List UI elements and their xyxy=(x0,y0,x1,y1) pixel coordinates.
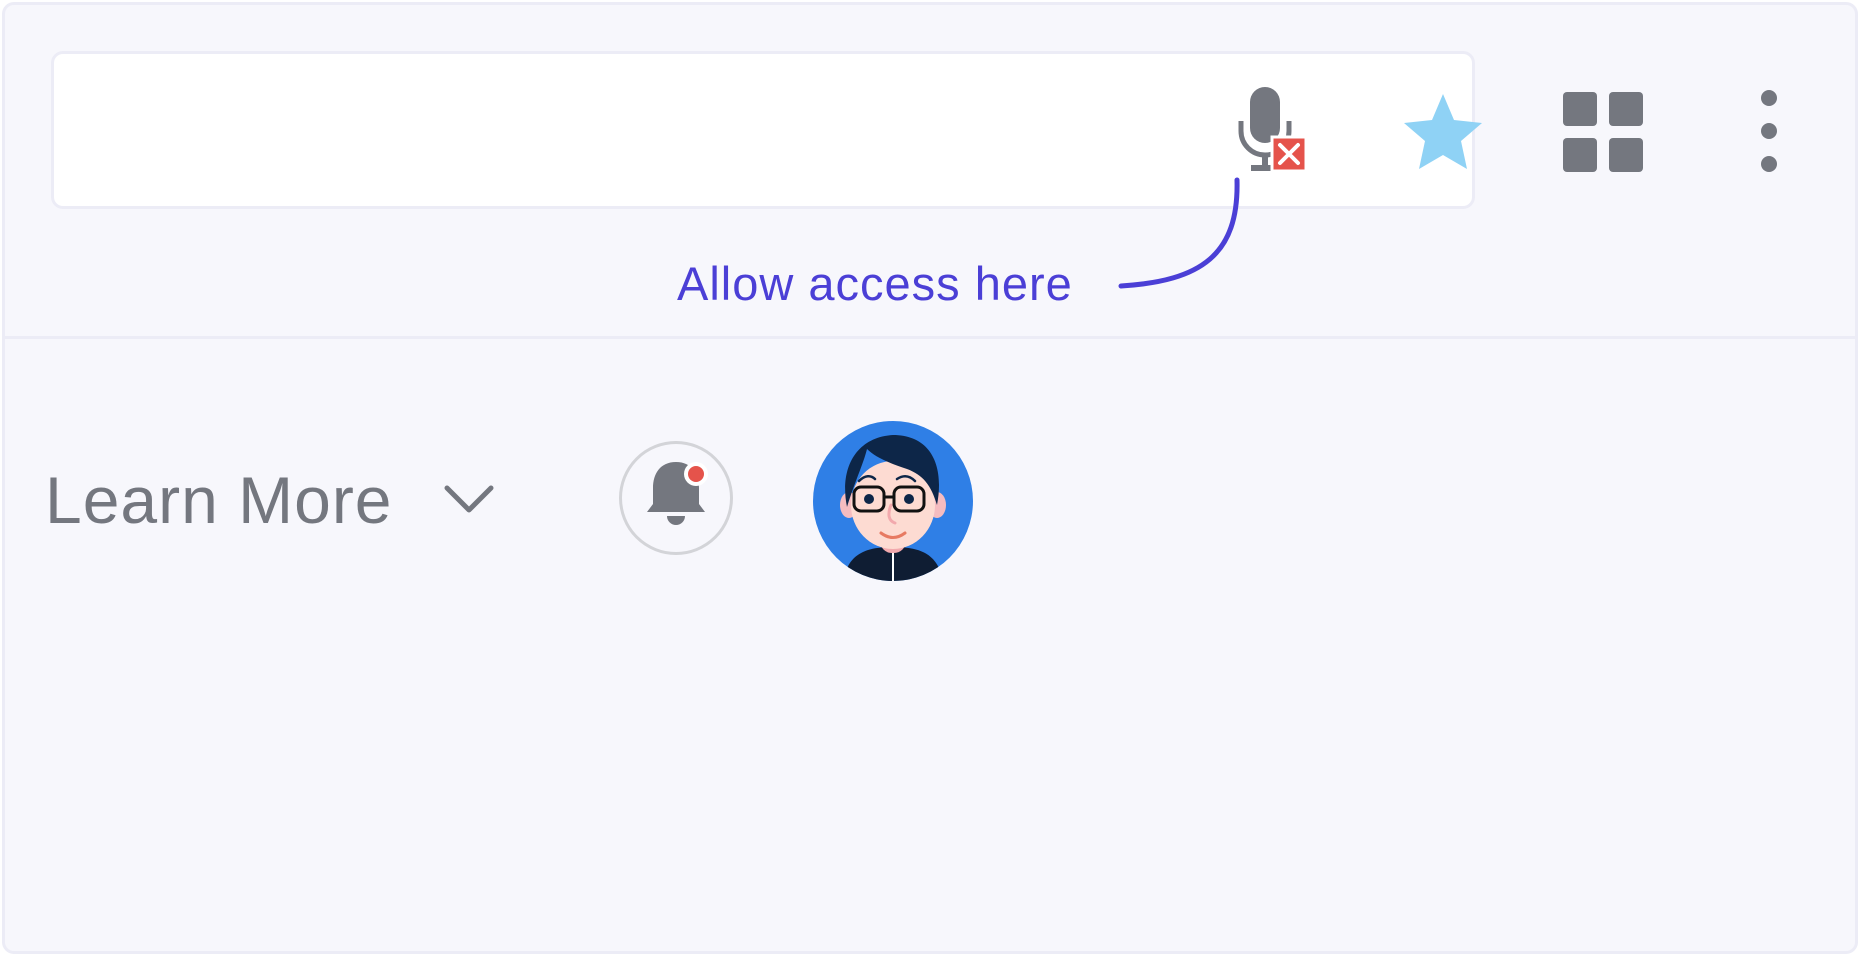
allow-access-hint: Allow access here xyxy=(677,257,1073,310)
microphone-blocked-button[interactable] xyxy=(1237,87,1317,187)
section-divider xyxy=(5,336,1855,339)
address-bar[interactable] xyxy=(51,51,1482,209)
bell-icon xyxy=(647,462,708,525)
more-options-button[interactable] xyxy=(1751,83,1787,183)
microphone-blocked-icon xyxy=(1238,87,1308,173)
user-avatar[interactable] xyxy=(811,419,975,583)
star-icon xyxy=(1404,94,1482,169)
more-vertical-icon xyxy=(1761,90,1777,172)
chevron-down-icon xyxy=(444,485,494,513)
browser-window: Allow access here Learn More xyxy=(2,2,1858,954)
apps-grid-icon xyxy=(1563,92,1643,172)
apps-button[interactable] xyxy=(1553,87,1649,183)
notifications-button[interactable] xyxy=(619,441,733,555)
learn-more-dropdown[interactable]: Learn More xyxy=(45,457,497,543)
browser-toolbar: Allow access here xyxy=(5,5,1855,337)
learn-more-label: Learn More xyxy=(45,463,393,537)
bookmark-star-button[interactable] xyxy=(1398,90,1488,180)
avatar xyxy=(813,421,973,581)
